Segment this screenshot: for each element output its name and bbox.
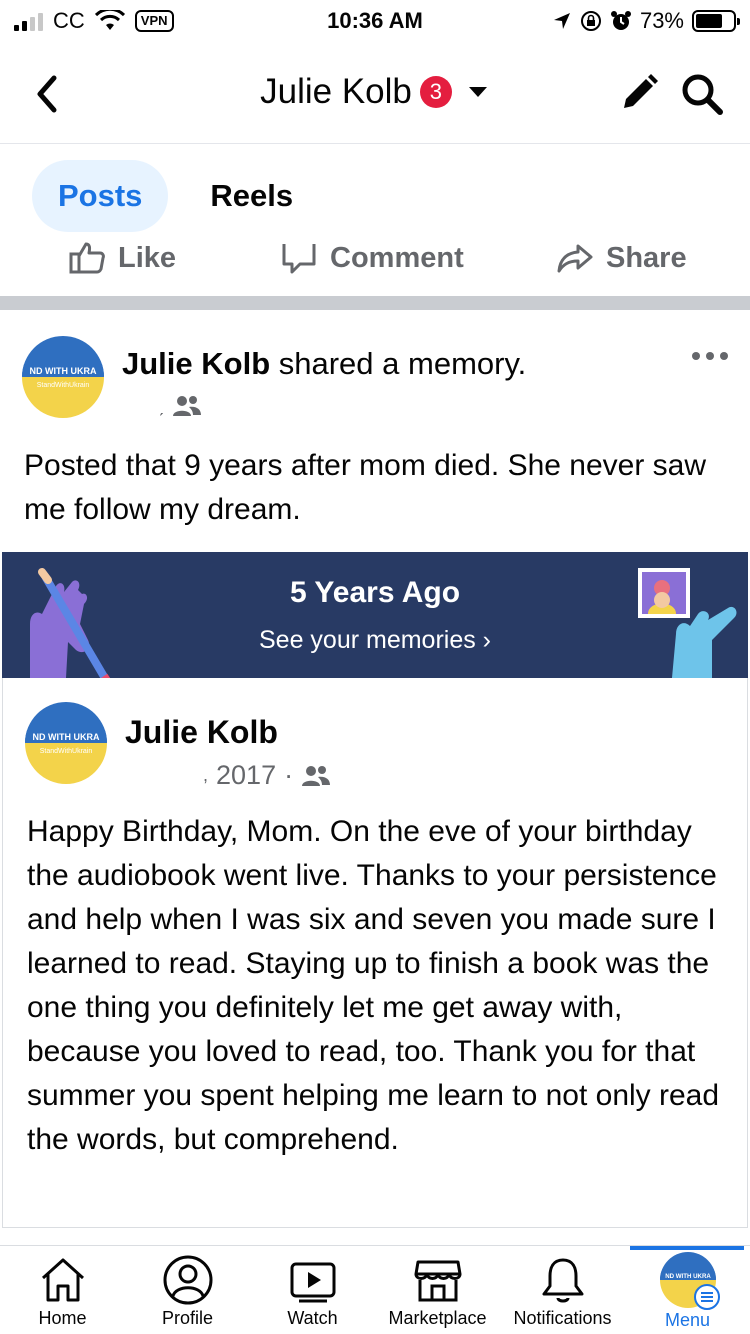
- friends-audience-icon: [302, 765, 331, 786]
- avatar[interactable]: ND WITH UKRA StandWithUkrain: [22, 336, 104, 418]
- nav-label: Marketplace: [388, 1308, 487, 1328]
- post-body: Posted that 9 years after mom died. She …: [24, 449, 707, 526]
- more-options-icon[interactable]: [690, 346, 730, 366]
- post-header-text: Julie Kolb shared a memory.: [122, 346, 526, 382]
- notification-badge: 3: [419, 76, 452, 108]
- see-memories-link[interactable]: See your memories ›: [2, 626, 748, 655]
- comment-label: Comment: [330, 241, 464, 274]
- post-action-bar: Like Comment Share: [0, 232, 750, 288]
- battery-fill: [696, 14, 723, 28]
- page-header: Julie Kolb 3: [0, 44, 750, 144]
- nav-label: Notifications: [513, 1308, 612, 1328]
- comment-icon: [282, 244, 316, 274]
- search-button[interactable]: [680, 72, 724, 116]
- watch-icon: [290, 1262, 335, 1303]
- hamburger-icon: [693, 1284, 720, 1310]
- post-author-name[interactable]: Julie Kolb: [122, 346, 270, 381]
- home-icon: [41, 1258, 84, 1302]
- shared-date[interactable]: 2017: [216, 760, 276, 791]
- status-right: 73%: [552, 8, 740, 34]
- share-button[interactable]: Share: [556, 240, 687, 276]
- nav-label: Watch: [287, 1308, 338, 1328]
- shared-post-body: Happy Birthday, Mom. On the eve of your …: [27, 815, 720, 1156]
- avatar-bottom-text: StandWithUkrain: [37, 382, 90, 389]
- page-title: Julie Kolb: [260, 72, 412, 111]
- nav-label: Profile: [161, 1308, 214, 1328]
- caret-down-icon: [468, 87, 487, 97]
- like-label: Like: [118, 241, 177, 274]
- nav-label: Menu: [664, 1310, 711, 1330]
- post-action-text: shared a memory.: [270, 346, 527, 381]
- status-bar: CC VPN 10:36 AM 73%: [0, 0, 750, 44]
- bell-icon: [542, 1258, 583, 1303]
- shared-meta-mark: ,: [203, 765, 209, 785]
- share-icon: [557, 244, 593, 273]
- battery-icon: [692, 10, 740, 32]
- memory-banner[interactable]: 5 Years Ago See your memories ›: [2, 552, 748, 678]
- profile-icon: [163, 1255, 212, 1305]
- avatar[interactable]: ND WITH UKRA StandWithUkrain: [25, 702, 107, 784]
- nav-notifications[interactable]: Notifications: [500, 1246, 625, 1334]
- tab-posts[interactable]: Posts: [32, 160, 169, 232]
- nav-marketplace[interactable]: Marketplace: [375, 1246, 500, 1334]
- meta-separator: ·: [284, 760, 294, 790]
- post-meta: ˏ: [158, 394, 202, 418]
- section-divider: [0, 296, 750, 310]
- shared-author-name[interactable]: Julie Kolb: [125, 714, 278, 751]
- stand-with-ukraine-avatar-icon: ND WITH UKRA StandWithUkrain: [25, 702, 107, 784]
- avatar-top-text: ND WITH UKRA: [665, 1273, 711, 1280]
- shared-post-card[interactable]: ND WITH UKRA StandWithUkrain Julie Kolb …: [2, 678, 748, 1228]
- avatar-bottom-text: StandWithUkrain: [40, 748, 93, 755]
- nav-label: Home: [38, 1308, 87, 1328]
- comment-button[interactable]: Comment: [280, 240, 464, 276]
- marketplace-icon: [414, 1260, 461, 1302]
- avatar-top-text: ND WITH UKRA: [33, 732, 100, 742]
- avatar-top-text: ND WITH UKRA: [30, 366, 97, 376]
- thumbs-up-icon: [69, 242, 105, 274]
- memory-title: 5 Years Ago: [289, 576, 461, 609]
- alarm-icon: [610, 11, 631, 30]
- tab-reels[interactable]: Reels: [210, 160, 319, 232]
- nav-profile[interactable]: Profile: [125, 1246, 250, 1334]
- like-button[interactable]: Like: [68, 240, 176, 276]
- nav-watch[interactable]: Watch: [250, 1246, 375, 1334]
- content-tabs: Posts Reels: [32, 160, 319, 232]
- share-label: Share: [606, 241, 687, 274]
- stand-with-ukraine-avatar-icon: ND WITH UKRA StandWithUkrain: [22, 336, 104, 418]
- nav-menu[interactable]: ND WITH UKRA Menu: [625, 1246, 750, 1334]
- rotation-lock-icon: [580, 11, 601, 31]
- shared-meta: , 2017 ·: [203, 760, 331, 791]
- battery-percent: 73%: [639, 8, 684, 33]
- edit-button[interactable]: [618, 72, 660, 114]
- friends-audience-icon: [173, 396, 201, 416]
- post-meta-mark: ˏ: [158, 395, 164, 416]
- bottom-tab-bar: Home Profile Watch Marketplace Notificat…: [0, 1245, 750, 1334]
- menu-avatar-icon: ND WITH UKRA: [659, 1252, 720, 1310]
- nav-home[interactable]: Home: [0, 1246, 125, 1334]
- location-arrow-icon: [553, 13, 570, 29]
